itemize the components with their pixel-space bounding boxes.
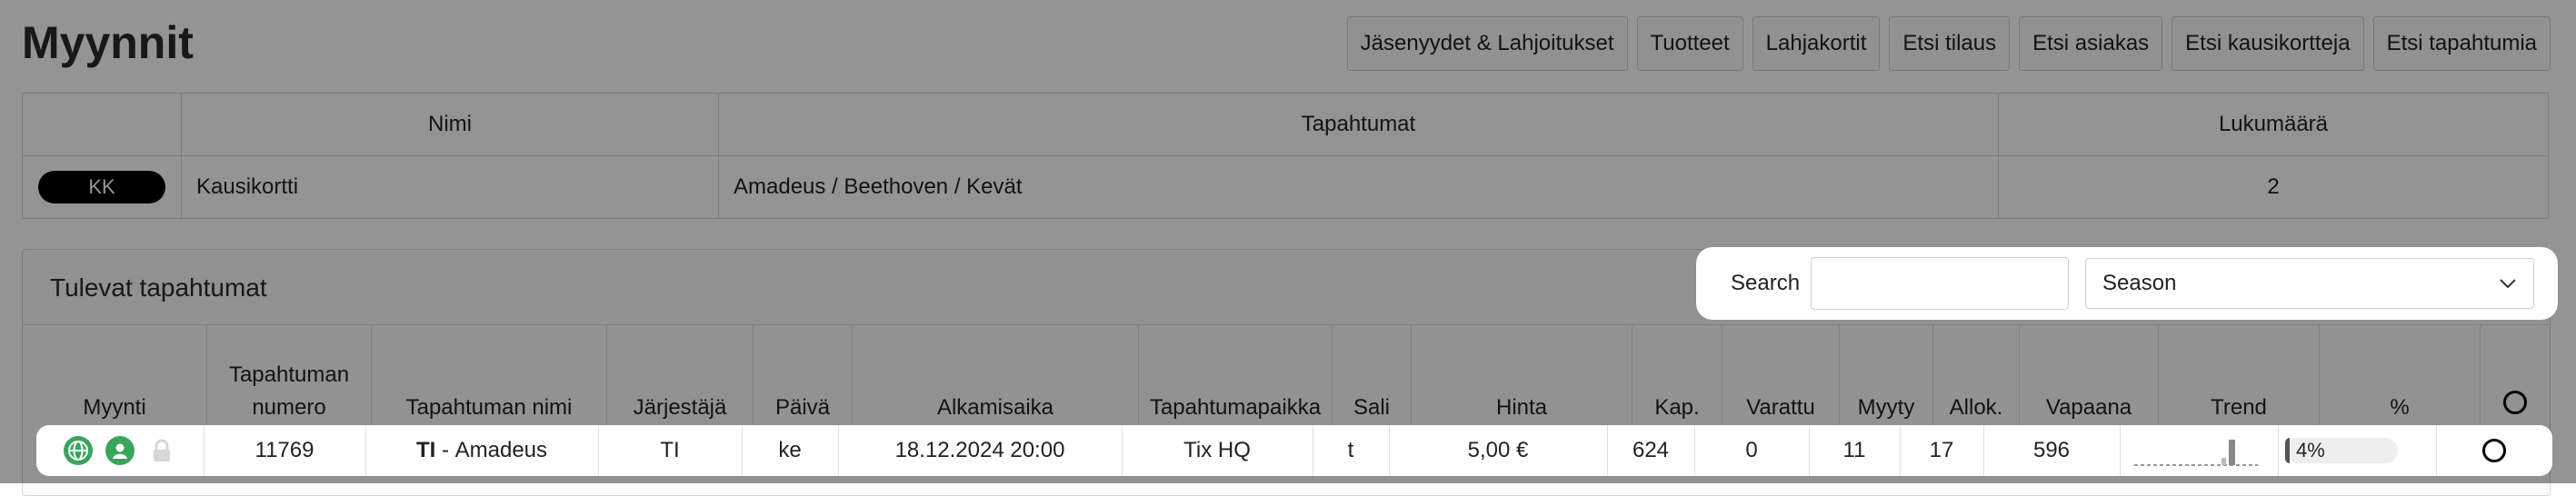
search-input[interactable] <box>1811 257 2070 310</box>
season-card-count: 2 <box>1998 155 2549 219</box>
col-capacity: Kap. <box>1632 324 1722 437</box>
trend-sparkline <box>2134 440 2258 466</box>
find-order-button[interactable]: Etsi tilaus <box>1889 16 2011 71</box>
percent-cell: 4% <box>2278 425 2436 476</box>
event-reserved: 0 <box>1745 438 1758 462</box>
table-row[interactable]: KK Kausikortti Amadeus / Beethoven / Kev… <box>22 155 2549 219</box>
top-toolbar: Jäsenyydet & Lahjoitukset Tuotteet Lahja… <box>1346 16 2551 71</box>
table-row[interactable]: 11769 TI - Amadeus TI ke 18.12.2024 20:0… <box>36 425 2552 476</box>
season-cards-table: Nimi Tapahtumat Lukumäärä KK Kausikortti… <box>22 93 2549 219</box>
event-venue: Tix HQ <box>1183 438 1251 462</box>
col-events: Tapahtumat <box>718 93 1999 156</box>
search-label: Search <box>1731 271 1801 295</box>
sales-icons <box>36 425 204 476</box>
event-number: 11769 <box>255 438 315 462</box>
memberships-button[interactable]: Jäsenyydet & Lahjoitukset <box>1346 16 1628 71</box>
col-select <box>2480 324 2550 437</box>
event-start: 18.12.2024 20:00 <box>894 438 1065 462</box>
page-title: Myynnit <box>22 17 194 68</box>
lock-icon[interactable] <box>147 436 176 465</box>
find-customer-button[interactable]: Etsi asiakas <box>2019 16 2163 71</box>
event-name-cell[interactable]: TI - Amadeus <box>365 425 598 476</box>
col-day: Päivä <box>753 324 853 437</box>
col-trend: Trend <box>2158 324 2320 437</box>
row-select-radio[interactable] <box>2482 439 2506 462</box>
col-organizer: Järjestäjä <box>606 324 754 437</box>
col-badge <box>22 93 182 156</box>
col-available: Vapaana <box>2019 324 2159 437</box>
user-icon[interactable] <box>105 436 135 465</box>
event-available: 596 <box>2032 438 2071 462</box>
find-season-cards-button[interactable]: Etsi kausikortteja <box>2172 16 2364 71</box>
season-select-value: Season <box>2102 271 2177 295</box>
event-name: Amadeus <box>454 438 548 462</box>
kk-badge: KK <box>38 171 165 203</box>
select-all-icon[interactable] <box>2503 391 2527 414</box>
event-sold: 11 <box>1842 438 1866 462</box>
event-capacity: 624 <box>1632 438 1670 462</box>
percent-value: 4% <box>2296 439 2325 461</box>
col-price: Hinta <box>1411 324 1632 437</box>
row-select-cell <box>2436 425 2552 476</box>
percent-fill <box>2285 438 2290 463</box>
find-events-button[interactable]: Etsi tapahtumia <box>2372 16 2551 71</box>
event-organizer-code: TI <box>415 438 436 462</box>
col-allocated: Allok. <box>1932 324 2020 437</box>
search-bar: Search Season <box>1696 247 2558 320</box>
col-sold: Myyty <box>1839 324 1933 437</box>
col-percent: % <box>2319 324 2481 437</box>
upcoming-title: Tulevat tapahtumat <box>50 273 267 302</box>
col-number: Tapahtuman numero <box>206 324 372 437</box>
col-start: Alkamisaika <box>852 324 1139 437</box>
season-card-events: Amadeus / Beethoven / Kevät <box>718 155 1999 219</box>
col-count: Lukumäärä <box>1998 93 2549 156</box>
season-select[interactable]: Season <box>2085 258 2535 309</box>
globe-icon[interactable] <box>64 436 93 465</box>
event-allocated: 17 <box>1929 438 1954 462</box>
col-venue: Tapahtumapaikka <box>1138 324 1333 437</box>
event-price: 5,00 € <box>1467 438 1529 462</box>
gift-cards-button[interactable]: Lahjakortit <box>1752 16 1881 71</box>
col-hall: Sali <box>1332 324 1412 437</box>
col-event-name: Tapahtuman nimi <box>371 324 607 437</box>
event-hall: t <box>1347 438 1354 462</box>
col-sales: Myynti <box>23 324 207 437</box>
event-day: ke <box>778 438 802 462</box>
trend-cell <box>2120 425 2278 476</box>
upcoming-events-table: Myynti Tapahtuman numero Tapahtuman nimi… <box>23 324 2550 437</box>
chevron-down-icon <box>2500 279 2516 289</box>
products-button[interactable]: Tuotteet <box>1636 16 1743 71</box>
season-card-name: Kausikortti <box>181 155 719 219</box>
col-name: Nimi <box>181 93 719 156</box>
col-reserved: Varattu <box>1722 324 1840 437</box>
event-organizer: TI <box>660 438 680 462</box>
